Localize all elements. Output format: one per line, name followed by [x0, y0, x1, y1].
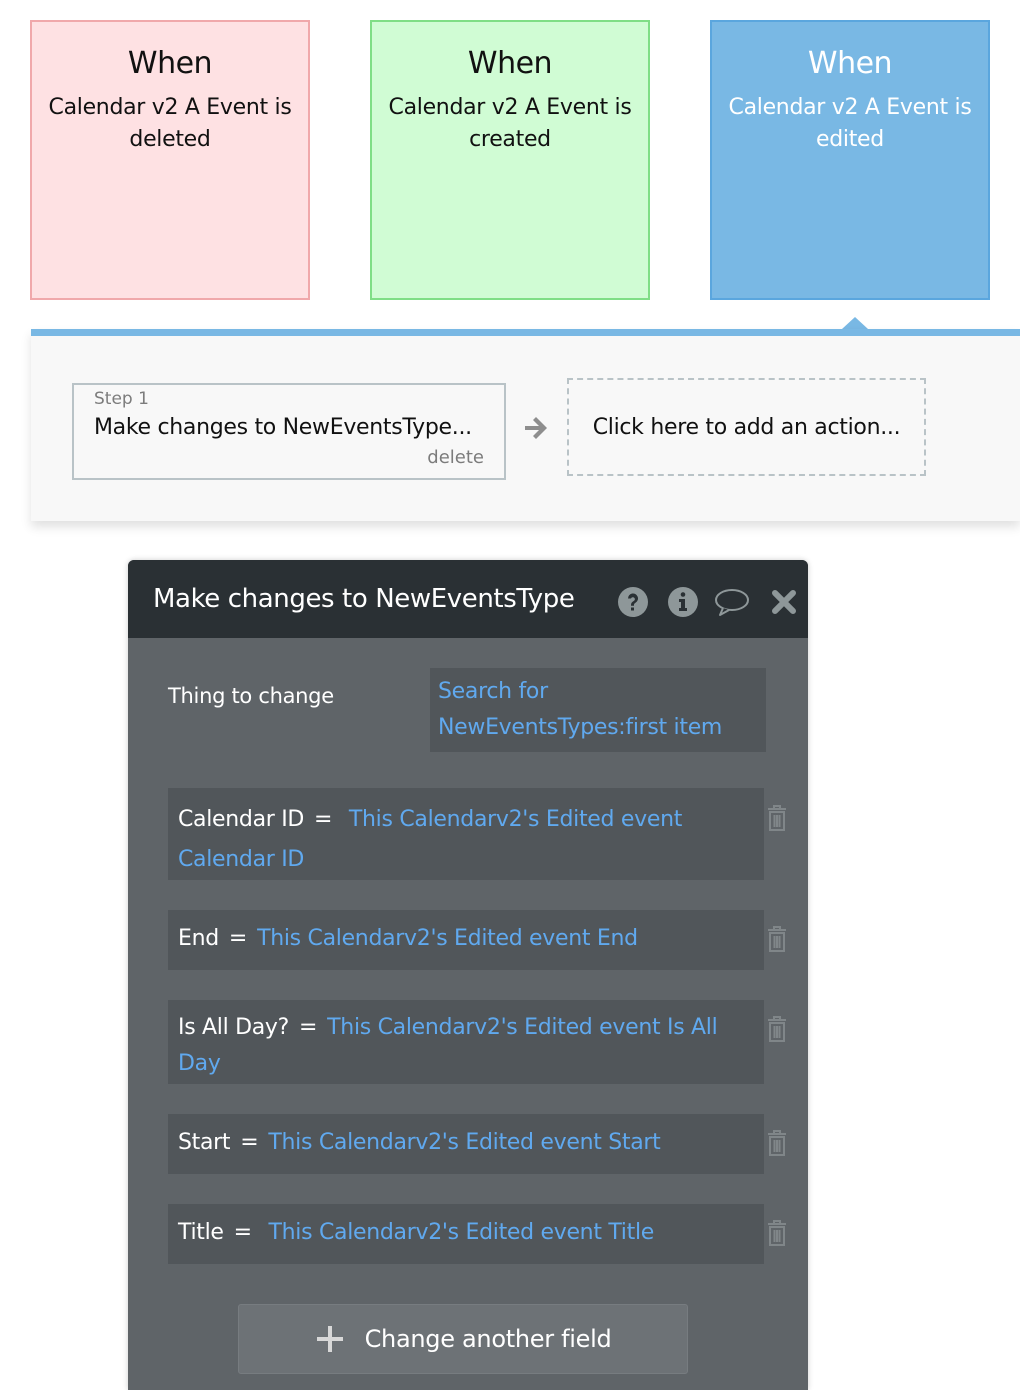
field-name: Calendar ID — [178, 807, 305, 832]
step-title: Make changes to NewEventsType... — [94, 415, 472, 440]
field-name: Start — [178, 1130, 231, 1155]
add-action-button[interactable]: Click here to add an action... — [567, 378, 926, 476]
change-another-field-label: Change another field — [364, 1325, 612, 1353]
trash-icon[interactable] — [766, 1129, 788, 1157]
field-operator: = — [233, 1220, 252, 1245]
field-row[interactable]: End = This Calendarv2's Edited event End — [168, 910, 764, 970]
change-another-field-button[interactable]: Change another field — [238, 1304, 688, 1374]
step-number: Step 1 — [94, 389, 149, 409]
help-icon[interactable] — [617, 586, 649, 618]
event-card-deleted[interactable]: When Calendar v2 A Event is deleted — [30, 20, 310, 300]
field-name: Is All Day? — [178, 1015, 290, 1040]
close-icon[interactable] — [768, 586, 800, 618]
plus-icon — [316, 1326, 343, 1352]
field-value[interactable]: This Calendarv2's Edited event Title — [269, 1220, 655, 1245]
thing-to-change-value[interactable]: Search for NewEventsTypes:first item — [430, 668, 766, 752]
event-card-when: When — [467, 46, 553, 81]
trash-icon[interactable] — [766, 804, 788, 832]
event-card-when: When — [127, 46, 213, 81]
field-operator: = — [240, 1130, 259, 1155]
field-name: Title — [178, 1220, 224, 1245]
event-card-edited[interactable]: When Calendar v2 A Event is edited — [710, 20, 990, 300]
field-operator: = — [228, 926, 248, 951]
field-row[interactable]: Calendar ID = This Calendarv2's Edited ev… — [168, 788, 764, 880]
field-operator: = — [299, 1015, 318, 1040]
field-row[interactable]: Start = This Calendarv2's Edited event Sta… — [168, 1114, 764, 1174]
comment-icon[interactable] — [714, 586, 750, 618]
trash-icon[interactable] — [766, 1219, 788, 1247]
field-name: End — [178, 926, 219, 951]
field-operator: = — [314, 807, 333, 832]
info-icon[interactable] — [667, 586, 699, 618]
trash-icon[interactable] — [766, 1015, 788, 1043]
trash-icon[interactable] — [766, 925, 788, 953]
field-value[interactable]: This Calendarv2's Edited event End — [257, 926, 638, 951]
workflow-panel: Step 1 Make changes to NewEventsType... … — [31, 329, 1020, 521]
thing-to-change-label: Thing to change — [168, 684, 334, 708]
event-card-description: Calendar v2 A Event is deleted — [48, 95, 292, 152]
selected-event-pointer — [842, 317, 868, 329]
action-editor-panel: Make changes to NewEventsType Thing to c… — [128, 560, 808, 1390]
field-row[interactable]: Title = This Calendarv2's Edited event Ti… — [168, 1204, 764, 1264]
workflow-step-1[interactable]: Step 1 Make changes to NewEventsType... … — [72, 383, 506, 480]
event-card-description: Calendar v2 A Event is edited — [728, 95, 972, 152]
editor-title: Make changes to NewEventsType — [153, 584, 575, 614]
event-card-description: Calendar v2 A Event is created — [388, 95, 632, 152]
step-delete-link[interactable]: delete — [427, 447, 484, 468]
arrow-right-icon — [525, 417, 547, 439]
event-card-created[interactable]: When Calendar v2 A Event is created — [370, 20, 650, 300]
event-card-when: When — [807, 46, 893, 81]
field-row[interactable]: Is All Day? = This Calendarv2's Edited eve… — [168, 1000, 764, 1084]
editor-header: Make changes to NewEventsType — [128, 560, 808, 638]
field-value[interactable]: This Calendarv2's Edited event Start — [268, 1130, 660, 1155]
